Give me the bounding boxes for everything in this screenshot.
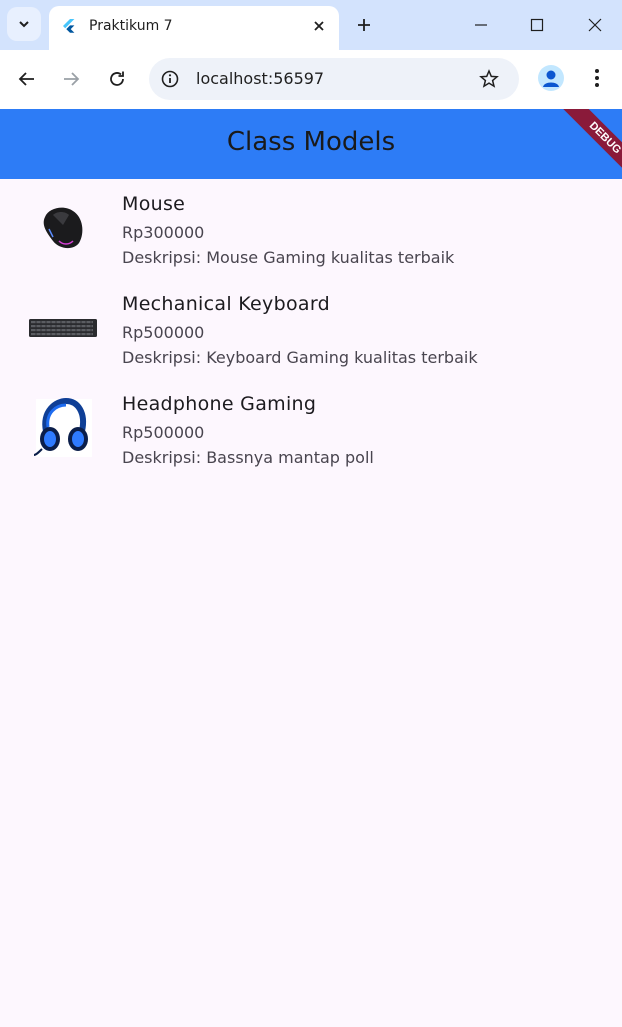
arrow-left-icon bbox=[18, 72, 34, 86]
reload-button[interactable] bbox=[104, 66, 130, 92]
product-price: Rp500000 bbox=[122, 323, 205, 342]
minimize-button[interactable] bbox=[469, 13, 493, 37]
plus-icon bbox=[358, 19, 370, 31]
site-info-button[interactable] bbox=[159, 68, 181, 90]
browser-toolbar: localhost:56597 bbox=[0, 50, 622, 109]
window-close-button[interactable] bbox=[583, 13, 607, 37]
product-image-keyboard bbox=[28, 295, 98, 361]
chevron-down-icon bbox=[19, 21, 29, 28]
browser-menu-button[interactable] bbox=[585, 66, 609, 90]
product-list: Mouse Rp300000 Deskripsi: Mouse Gaming k… bbox=[0, 179, 622, 479]
product-description: Deskripsi: Keyboard Gaming kualitas terb… bbox=[122, 348, 478, 367]
product-name: Headphone Gaming bbox=[122, 393, 317, 415]
back-button[interactable] bbox=[14, 66, 40, 92]
product-name: Mouse bbox=[122, 193, 186, 215]
keyboard-icon bbox=[29, 319, 97, 337]
tab-title: Praktikum 7 bbox=[89, 18, 173, 34]
profile-avatar[interactable] bbox=[538, 65, 564, 91]
product-price: Rp500000 bbox=[122, 423, 205, 442]
close-icon bbox=[314, 21, 324, 31]
info-icon bbox=[161, 70, 179, 88]
list-item[interactable]: Mechanical Keyboard Rp500000 Deskripsi: … bbox=[0, 279, 622, 379]
bookmark-button[interactable] bbox=[477, 67, 501, 91]
star-icon bbox=[479, 69, 499, 88]
tab-search-button[interactable] bbox=[7, 7, 41, 41]
mouse-icon bbox=[43, 207, 83, 249]
more-vert-icon bbox=[595, 69, 599, 87]
person-icon bbox=[543, 70, 559, 87]
page-title: Class Models bbox=[226, 127, 396, 157]
maximize-icon bbox=[530, 18, 544, 32]
headphone-icon bbox=[33, 397, 92, 457]
product-image-headphone bbox=[28, 395, 98, 461]
tab-close-button[interactable] bbox=[309, 16, 329, 36]
product-description: Deskripsi: Bassnya mantap poll bbox=[122, 448, 374, 467]
address-bar[interactable]: localhost:56597 bbox=[149, 58, 519, 100]
product-description: Deskripsi: Mouse Gaming kualitas terbaik bbox=[122, 248, 455, 267]
url-text[interactable]: localhost:56597 bbox=[196, 69, 324, 88]
list-item[interactable]: Headphone Gaming Rp500000 Deskripsi: Bas… bbox=[0, 379, 622, 479]
new-tab-button[interactable] bbox=[352, 13, 376, 37]
app-bar: Class Models DEBUG bbox=[0, 109, 622, 179]
list-item[interactable]: Mouse Rp300000 Deskripsi: Mouse Gaming k… bbox=[0, 179, 622, 279]
maximize-button[interactable] bbox=[525, 13, 549, 37]
forward-button[interactable] bbox=[58, 66, 84, 92]
product-name: Mechanical Keyboard bbox=[122, 293, 330, 315]
product-image-mouse bbox=[28, 195, 98, 261]
close-icon bbox=[588, 18, 602, 32]
tab-praktikum[interactable]: Praktikum 7 bbox=[49, 6, 339, 50]
reload-icon bbox=[110, 71, 124, 86]
tab-strip: Praktikum 7 bbox=[0, 0, 622, 50]
flutter-icon bbox=[63, 19, 75, 33]
minimize-icon bbox=[475, 24, 487, 26]
product-price: Rp300000 bbox=[122, 223, 205, 242]
arrow-right-icon bbox=[64, 72, 80, 86]
